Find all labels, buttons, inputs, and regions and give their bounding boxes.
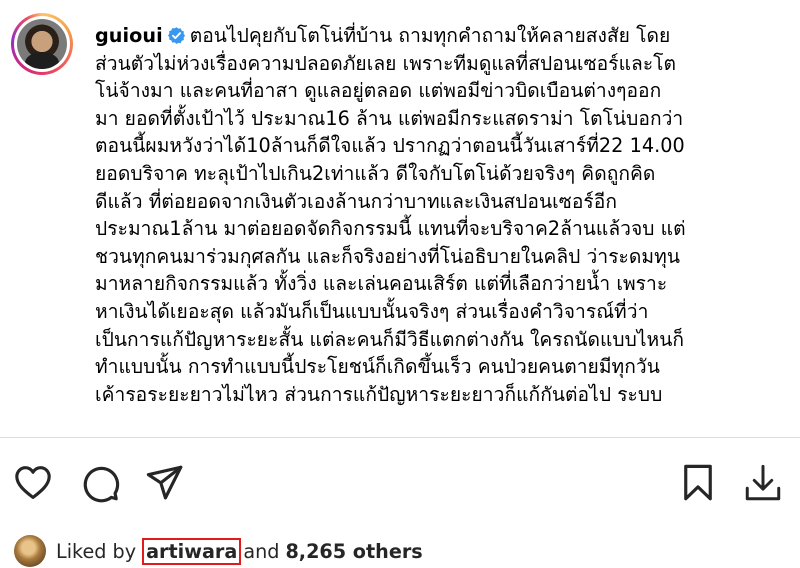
likes-summary: Liked by artiwara and 8,265 others — [14, 534, 423, 568]
caption-line: ประมาณ1ล้าน มาต่อยอดจัดกิจกรรมนี้ แทนที่… — [95, 217, 686, 241]
instagram-post: guioui ตอนไปคุยกับโตโน่ที่บ้าน ถามทุกคำถา… — [0, 0, 800, 568]
likes-count-link[interactable]: 8,265 others — [285, 540, 422, 563]
caption-line: โน่จ้างมา และคนที่อาสา ดูแลอยู่ตลอด แต่พ… — [95, 79, 662, 103]
liked-by-label: Liked by — [56, 539, 137, 563]
username-link[interactable]: guioui — [95, 24, 163, 47]
liker-avatar[interactable] — [14, 535, 46, 567]
heart-icon[interactable] — [12, 462, 54, 504]
caption-line: ส่วนตัวไม่ห่วงเรื่องความปลอดภัยเลย เพราะ… — [95, 51, 677, 75]
divider — [0, 437, 800, 438]
liker-username-link[interactable]: artiwara — [142, 537, 242, 565]
profile-avatar[interactable] — [17, 19, 67, 69]
share-icon[interactable] — [144, 462, 186, 504]
caption-line: มาหลายกิจกรรมแล้ว ทั้งวิ่ง และเล่นคอนเสิ… — [95, 272, 668, 296]
comment-icon[interactable] — [79, 462, 121, 504]
download-icon[interactable] — [742, 462, 784, 504]
caption-line: ยอดบริจาค ทะลุเป้าไปเกิน2เท่าแล้ว ดีใจกั… — [95, 161, 656, 185]
caption-line: ดีแล้ว ที่ต่อยอดจากเงินตัวเองล้านกว่าบาท… — [95, 189, 618, 213]
caption-line: ตอนนี้ผมหวังว่าได้10ล้านก็ดีใจแล้ว ปรากฏ… — [95, 134, 685, 158]
likes-connector: and — [243, 539, 280, 563]
post-caption: guioui ตอนไปคุยกับโตโน่ที่บ้าน ถามทุกคำถา… — [95, 22, 775, 408]
caption-line: ชวนทุกคนมาร่วมกุศลกัน และก็จริงอย่างที่โ… — [95, 244, 680, 268]
caption-line: ทำแบบนั้น การทำแบบนี้ประโยชน์ก็เกิดขึ้นเ… — [95, 355, 660, 379]
caption-line-1: guioui ตอนไปคุยกับโตโน่ที่บ้าน ถามทุกคำถา… — [95, 24, 671, 47]
verified-badge-icon — [167, 27, 185, 44]
bookmark-icon[interactable] — [677, 462, 719, 504]
caption-line: หาเงินได้เยอะสุด แล้วมันก็เป็นแบบนั้นจริ… — [95, 299, 649, 323]
story-ring[interactable] — [11, 13, 73, 75]
caption-line: เค้ารอระยะยาวไม่ไหว ส่วนการแก้ปัญหาระยะย… — [95, 382, 663, 406]
caption-line: เป็นการแก้ปัญหาระยะสั้น แต่ละคนก็มีวิธีแ… — [95, 327, 685, 351]
caption-line: มา ยอดที่ตั้งเป้าไว้ ประมาณ16 ล้าน แต่พอ… — [95, 106, 684, 130]
